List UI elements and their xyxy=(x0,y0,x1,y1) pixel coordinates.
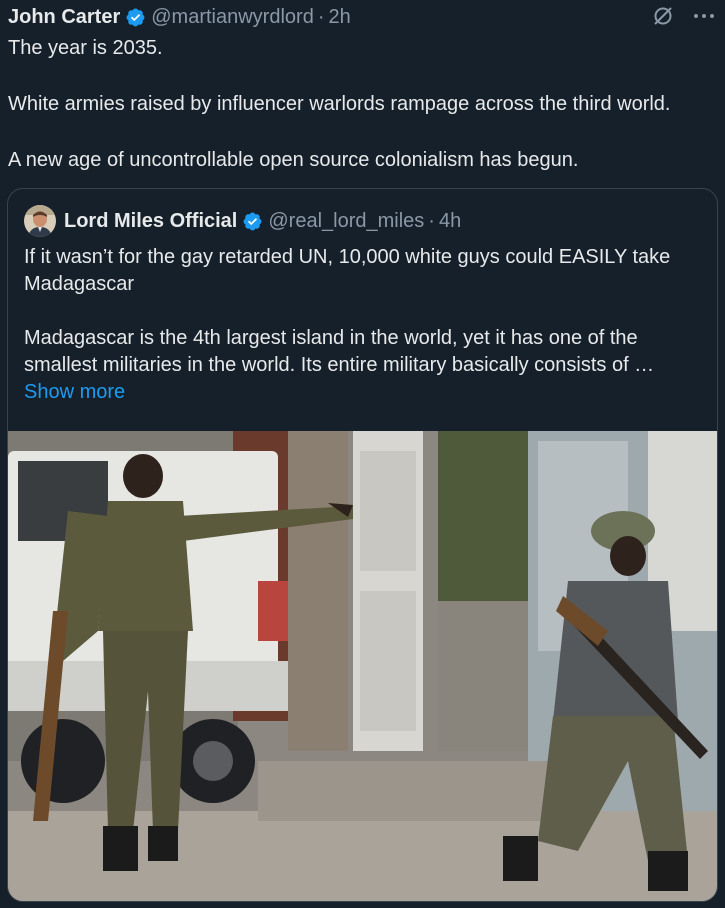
quoted-tweet[interactable]: Lord Miles Official @real_lord_miles · 4… xyxy=(7,188,718,902)
avatar[interactable] xyxy=(24,205,56,237)
author-name[interactable]: John Carter xyxy=(8,6,120,29)
author-handle[interactable]: @martianwyrdlord xyxy=(151,6,314,29)
tweet-line-2: White armies raised by influencer warlor… xyxy=(8,93,671,115)
quoted-tweet-photo[interactable] xyxy=(8,431,717,901)
tweet-line-3: A new age of uncontrollable open source … xyxy=(8,149,579,171)
more-options-icon[interactable] xyxy=(691,4,717,28)
quoted-paragraph-2: Madagascar is the 4th largest island in … xyxy=(24,327,655,376)
quoted-author-name[interactable]: Lord Miles Official xyxy=(64,210,237,233)
header-actions xyxy=(651,4,717,28)
tweet-header: John Carter @martianwyrdlord · 2h xyxy=(8,4,351,30)
quoted-tweet-text: If it wasn’t for the gay retarded UN, 10… xyxy=(24,244,704,406)
tweet[interactable]: John Carter @martianwyrdlord · 2h The ye… xyxy=(0,0,725,908)
tweet-line-1: The year is 2035. xyxy=(8,37,163,59)
separator-dot: · xyxy=(317,5,325,28)
separator-dot: · xyxy=(428,209,435,232)
quoted-paragraph-1: If it wasn’t for the gay retarded UN, 10… xyxy=(24,246,671,295)
quoted-tweet-timestamp[interactable]: 4h xyxy=(439,210,461,233)
show-more-link[interactable]: Show more xyxy=(24,381,125,403)
quoted-tweet-header: Lord Miles Official @real_lord_miles · 4… xyxy=(24,205,461,237)
verified-badge-icon xyxy=(243,212,262,230)
tweet-timestamp[interactable]: 2h xyxy=(329,6,351,29)
quoted-author-handle[interactable]: @real_lord_miles xyxy=(268,210,424,233)
tweet-text: The year is 2035. White armies raised by… xyxy=(8,34,713,202)
verified-badge-icon xyxy=(126,8,145,26)
grok-icon[interactable] xyxy=(651,4,675,28)
